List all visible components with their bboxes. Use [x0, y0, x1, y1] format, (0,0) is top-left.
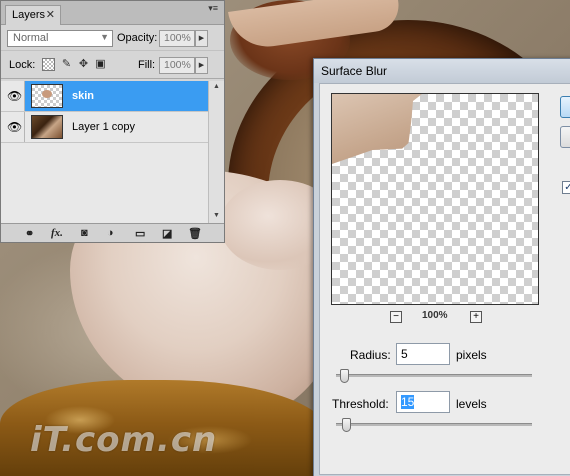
preview-skin-area — [332, 94, 422, 164]
opacity-label: Opacity: — [117, 32, 158, 44]
fill-input[interactable]: 100% — [159, 57, 195, 74]
fill-slider-arrow-icon[interactable]: ▶ — [195, 57, 208, 74]
tab-layers-label: Layers — [12, 9, 46, 21]
threshold-input[interactable]: 15 — [396, 391, 450, 413]
dialog-title[interactable]: Surface Blur — [314, 59, 570, 83]
cancel-button[interactable] — [560, 126, 570, 148]
radius-unit: pixels — [456, 348, 487, 362]
fx-icon[interactable]: fx. — [51, 227, 63, 239]
close-icon[interactable]: ✕ — [46, 8, 55, 21]
opacity-input[interactable]: 100% — [159, 30, 195, 47]
threshold-slider-track[interactable] — [336, 423, 532, 426]
adjustment-layer-icon[interactable]: ◑ — [107, 227, 114, 239]
scroll-up-icon[interactable]: ▲ — [213, 83, 220, 90]
trash-icon[interactable]: 🗑 — [188, 227, 202, 240]
tab-layers[interactable]: Layers ✕ — [5, 5, 61, 25]
radius-input[interactable]: 5 — [396, 343, 450, 365]
lock-label: Lock: — [9, 59, 36, 71]
panel-tabbar: Layers ✕ ▾≡ — [1, 1, 224, 25]
layers-panel: Layers ✕ ▾≡ Normal ▼ Opacity: 100% ▶ Loc… — [0, 0, 225, 243]
watermark: iT.com.cn — [30, 420, 218, 460]
new-layer-icon[interactable]: ◪ — [162, 227, 172, 240]
layer-row-skin[interactable]: 👁 skin — [1, 81, 208, 112]
blend-mode-select[interactable]: Normal ▼ — [7, 30, 113, 47]
layer-row-layer-1-copy[interactable]: 👁 Layer 1 copy — [1, 112, 208, 143]
radius-slider-track[interactable] — [336, 374, 532, 377]
layer-name: skin — [72, 90, 95, 102]
eye-icon: 👁 — [7, 120, 23, 134]
layer-thumbnail — [31, 115, 63, 139]
radius-slider-thumb[interactable] — [340, 369, 349, 383]
opacity-slider-arrow-icon[interactable]: ▶ — [195, 30, 208, 47]
link-layers-icon[interactable]: ⚭ — [25, 227, 34, 240]
layer-thumbnail — [31, 84, 63, 108]
chevron-down-icon: ▼ — [100, 32, 109, 42]
eye-icon: 👁 — [7, 89, 23, 103]
preview-checkbox[interactable]: ✓ — [562, 181, 570, 194]
blend-row: Normal ▼ Opacity: 100% ▶ — [1, 25, 224, 51]
lock-paint-brush-icon[interactable]: ✎ — [60, 58, 73, 71]
layer-name: Layer 1 copy — [72, 121, 135, 133]
dialog-body: − 100% + Radius: 5 pixels Threshold: 15 … — [319, 83, 570, 475]
panel-menu-icon[interactable]: ▾≡ — [208, 3, 218, 14]
threshold-label: Threshold: — [332, 397, 389, 411]
visibility-toggle[interactable]: 👁 — [1, 112, 25, 142]
lock-position-move-icon[interactable]: ✥ — [77, 58, 90, 71]
filter-preview[interactable] — [331, 93, 539, 305]
lock-row: Lock: ✎ ✥ ▣ Fill: 100% ▶ — [1, 51, 224, 79]
fill-label: Fill: — [138, 59, 156, 71]
add-mask-icon[interactable]: ◙ — [81, 227, 88, 239]
new-group-icon[interactable]: ▭ — [135, 227, 145, 240]
panel-footer: ⚭ fx. ◙ ◑ ▭ ◪ 🗑 — [1, 223, 224, 242]
layer-list-scrollbar[interactable]: ▲ ▼ — [208, 81, 224, 223]
lock-transparency-icon[interactable] — [42, 58, 55, 71]
zoom-out-button[interactable]: − — [390, 311, 402, 323]
zoom-level: 100% — [422, 310, 448, 321]
surface-blur-dialog: Surface Blur − 100% + Radius: 5 pixels T… — [313, 58, 570, 476]
threshold-unit: levels — [456, 397, 487, 411]
layer-list: 👁 skin 👁 Layer 1 copy — [1, 81, 208, 223]
scroll-down-icon[interactable]: ▼ — [213, 212, 220, 219]
threshold-value: 15 — [401, 395, 415, 409]
zoom-in-button[interactable]: + — [470, 311, 482, 323]
ok-button[interactable] — [560, 96, 570, 118]
blend-mode-value: Normal — [13, 32, 49, 44]
threshold-slider-thumb[interactable] — [342, 418, 351, 432]
lock-all-padlock-icon[interactable]: ▣ — [94, 58, 107, 71]
visibility-toggle[interactable]: 👁 — [1, 81, 25, 111]
radius-label: Radius: — [350, 348, 391, 362]
